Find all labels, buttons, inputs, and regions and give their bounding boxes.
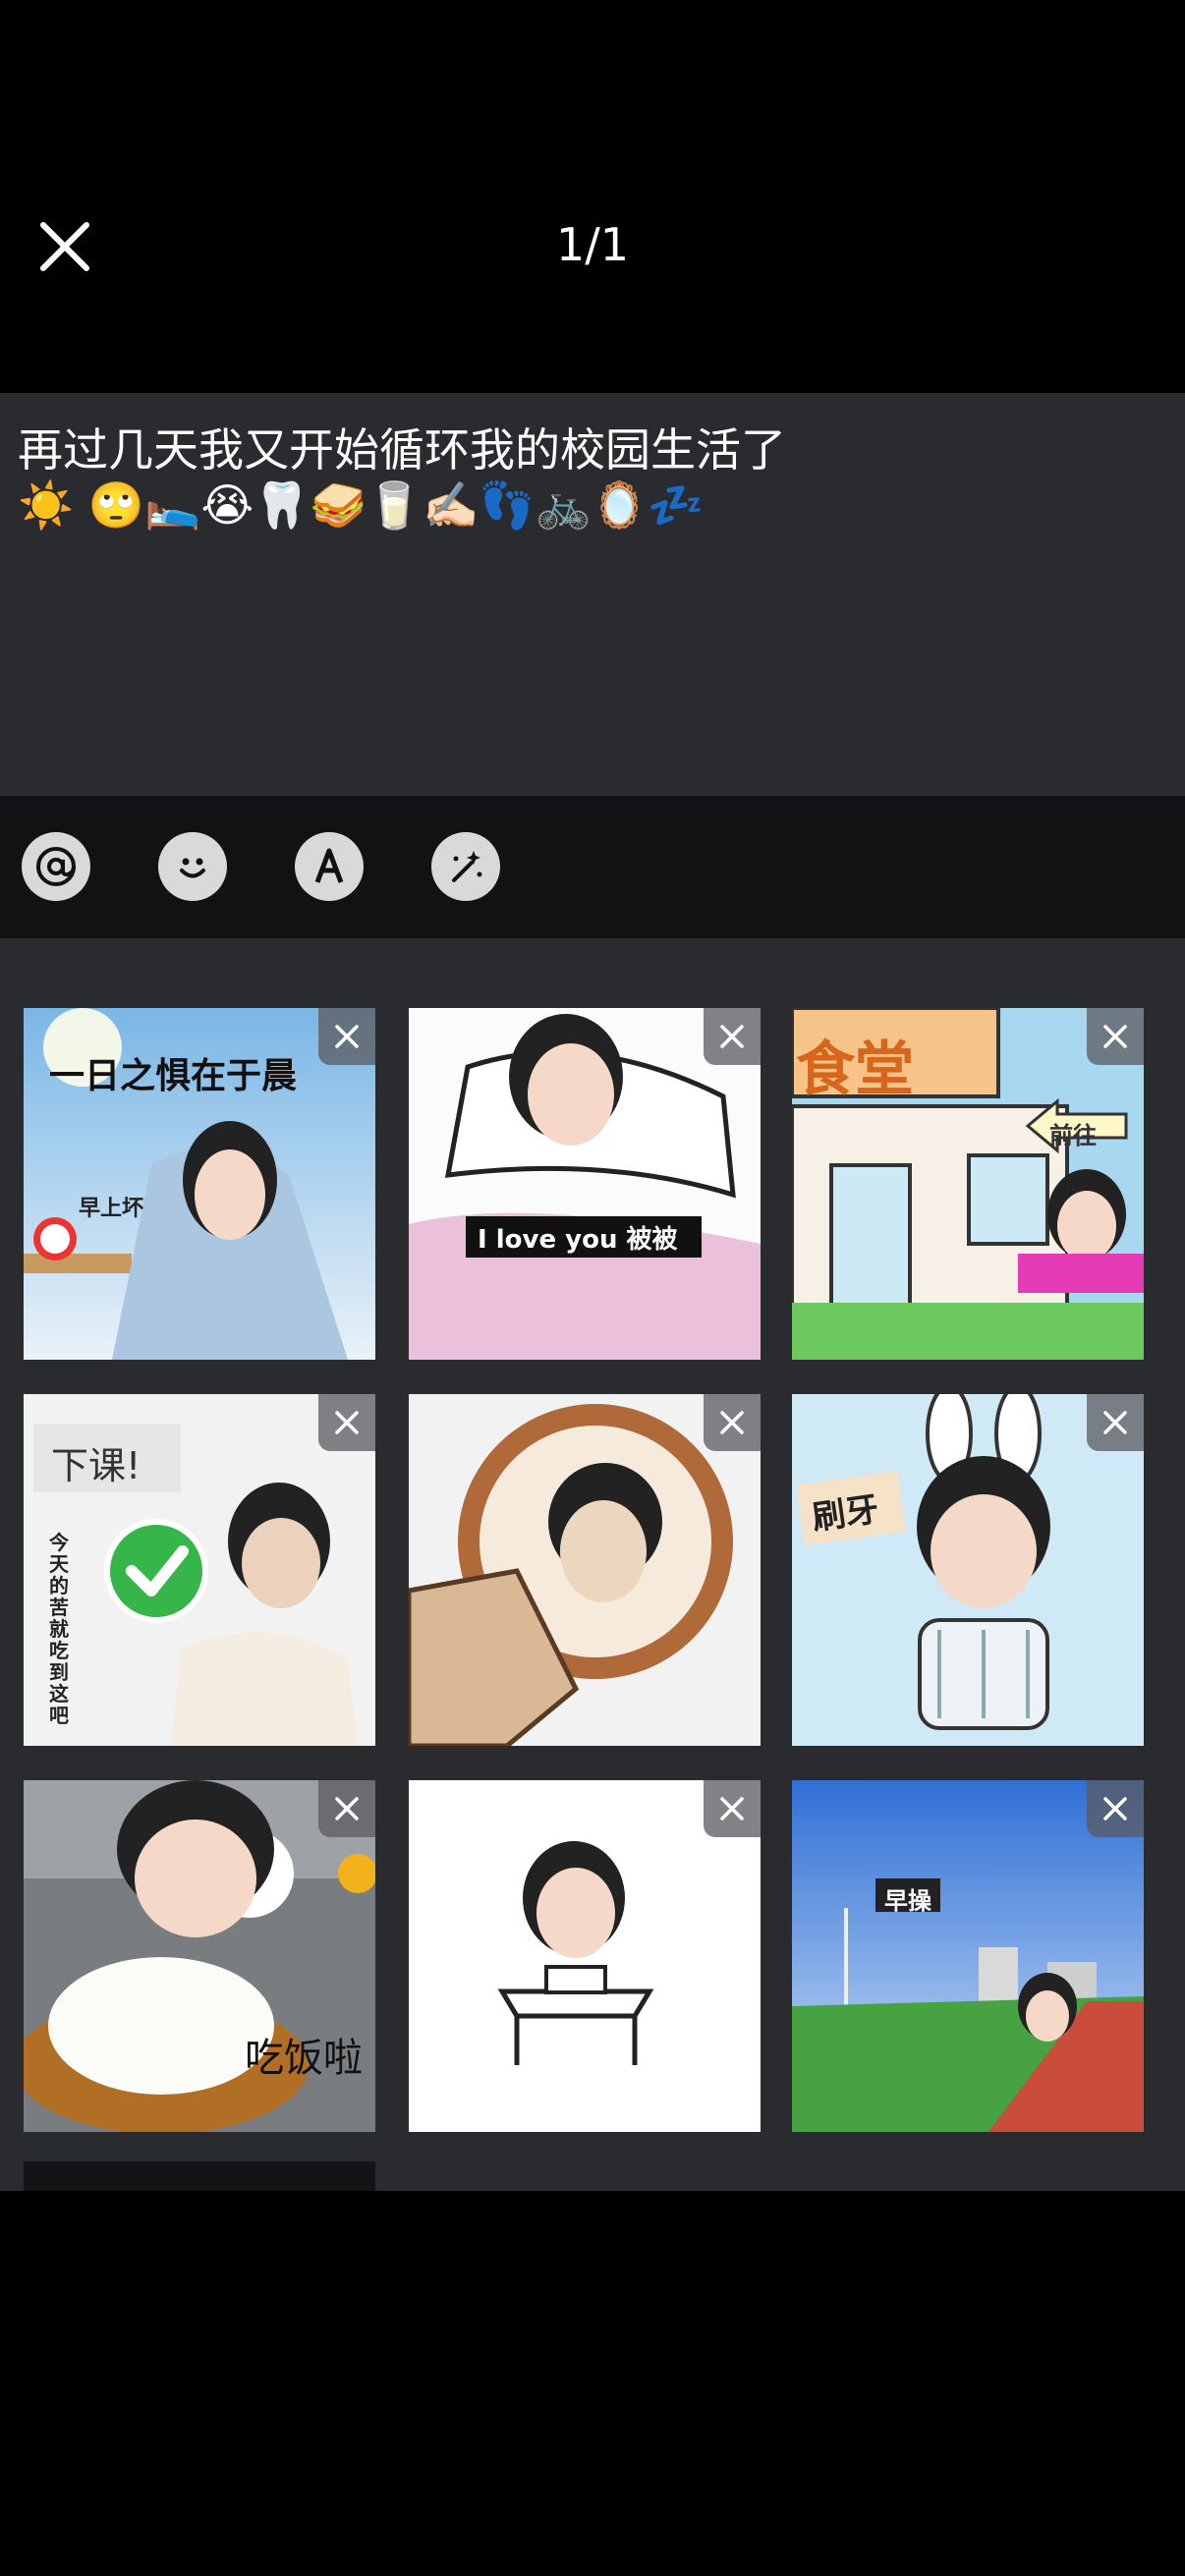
sticker-tile[interactable] [409,1780,761,2132]
close-icon [720,1411,744,1434]
sticker-caption: 一日之惧在于晨 [49,1056,298,1096]
sticker-caption: 食堂 [796,1036,914,1104]
close-icon [1103,1025,1127,1048]
sticker-tile[interactable]: 早操 [792,1780,1144,2132]
post-text-area[interactable]: 再过几天我又开始循环我的校园生活了 ☀️ 🙄🛌😭🦷🥪🥛✍🏻👣🚲🪞💤 [0,393,1185,796]
close-icon [720,1797,744,1820]
remove-sticker-button[interactable] [1087,1780,1144,1837]
close-icon [1103,1411,1127,1434]
close-icon [335,1025,359,1048]
sticker-caption: 刷牙 [810,1489,881,1539]
remove-sticker-button[interactable] [704,1394,761,1451]
add-sticker-slot[interactable] [24,2161,375,2191]
remove-sticker-button[interactable] [318,1394,375,1451]
magic-button[interactable] [431,832,500,901]
remove-sticker-button[interactable] [704,1008,761,1065]
sticker-subcaption: 早上坏 [79,1197,144,1221]
sticker-caption: 吃饭啦 [245,2036,363,2081]
editor-toolbar [0,796,1185,938]
magic-wand-icon [452,851,482,882]
sticker-tile[interactable]: I love you 被被 [409,1008,761,1360]
remove-sticker-button[interactable] [1087,1394,1144,1451]
bottom-bar [0,2191,1185,2576]
at-icon [36,847,76,886]
sticker-caption: 早操 [884,1887,931,1915]
remove-sticker-button[interactable] [318,1008,375,1065]
remove-sticker-button[interactable] [318,1780,375,1837]
close-icon [720,1025,744,1048]
post-text: 再过几天我又开始循环我的校园生活了 ☀️ 🙄🛌😭🦷🥪🥛✍🏻👣🚲🪞💤 [18,423,786,532]
sticker-grid: 一日之惧在于晨 早上坏 I love you 被被 食堂 前往 下课! 今天的苦… [0,938,1185,2191]
sticker-subcaption: 今天的苦就吃到这吧 [49,1531,69,1727]
sticker-tile[interactable]: 食堂 前往 [792,1008,1144,1360]
close-icon [335,1797,359,1820]
sticker-caption: 下课! [51,1444,141,1487]
sticker-tile[interactable]: 吃饭啦 [24,1780,375,2132]
close-icon [335,1411,359,1434]
emoji-button[interactable] [158,832,227,901]
sticker-tile[interactable]: 一日之惧在于晨 早上坏 [24,1008,375,1360]
font-icon [314,848,344,883]
font-style-button[interactable] [295,832,364,901]
mention-button[interactable] [22,832,90,901]
top-bar: 1/1 [0,0,1185,393]
remove-sticker-button[interactable] [704,1780,761,1837]
image-counter: 1/1 [555,218,630,271]
sticker-subcaption: 前往 [1049,1122,1097,1149]
close-icon [1103,1797,1127,1820]
sticker-tile[interactable] [409,1394,761,1746]
remove-sticker-button[interactable] [1087,1008,1144,1065]
emoji-icon [180,858,205,878]
sticker-caption: I love you 被被 [478,1225,678,1255]
sticker-tile[interactable]: 下课! 今天的苦就吃到这吧 [24,1394,375,1746]
sticker-tile[interactable]: 刷牙 [792,1394,1144,1746]
